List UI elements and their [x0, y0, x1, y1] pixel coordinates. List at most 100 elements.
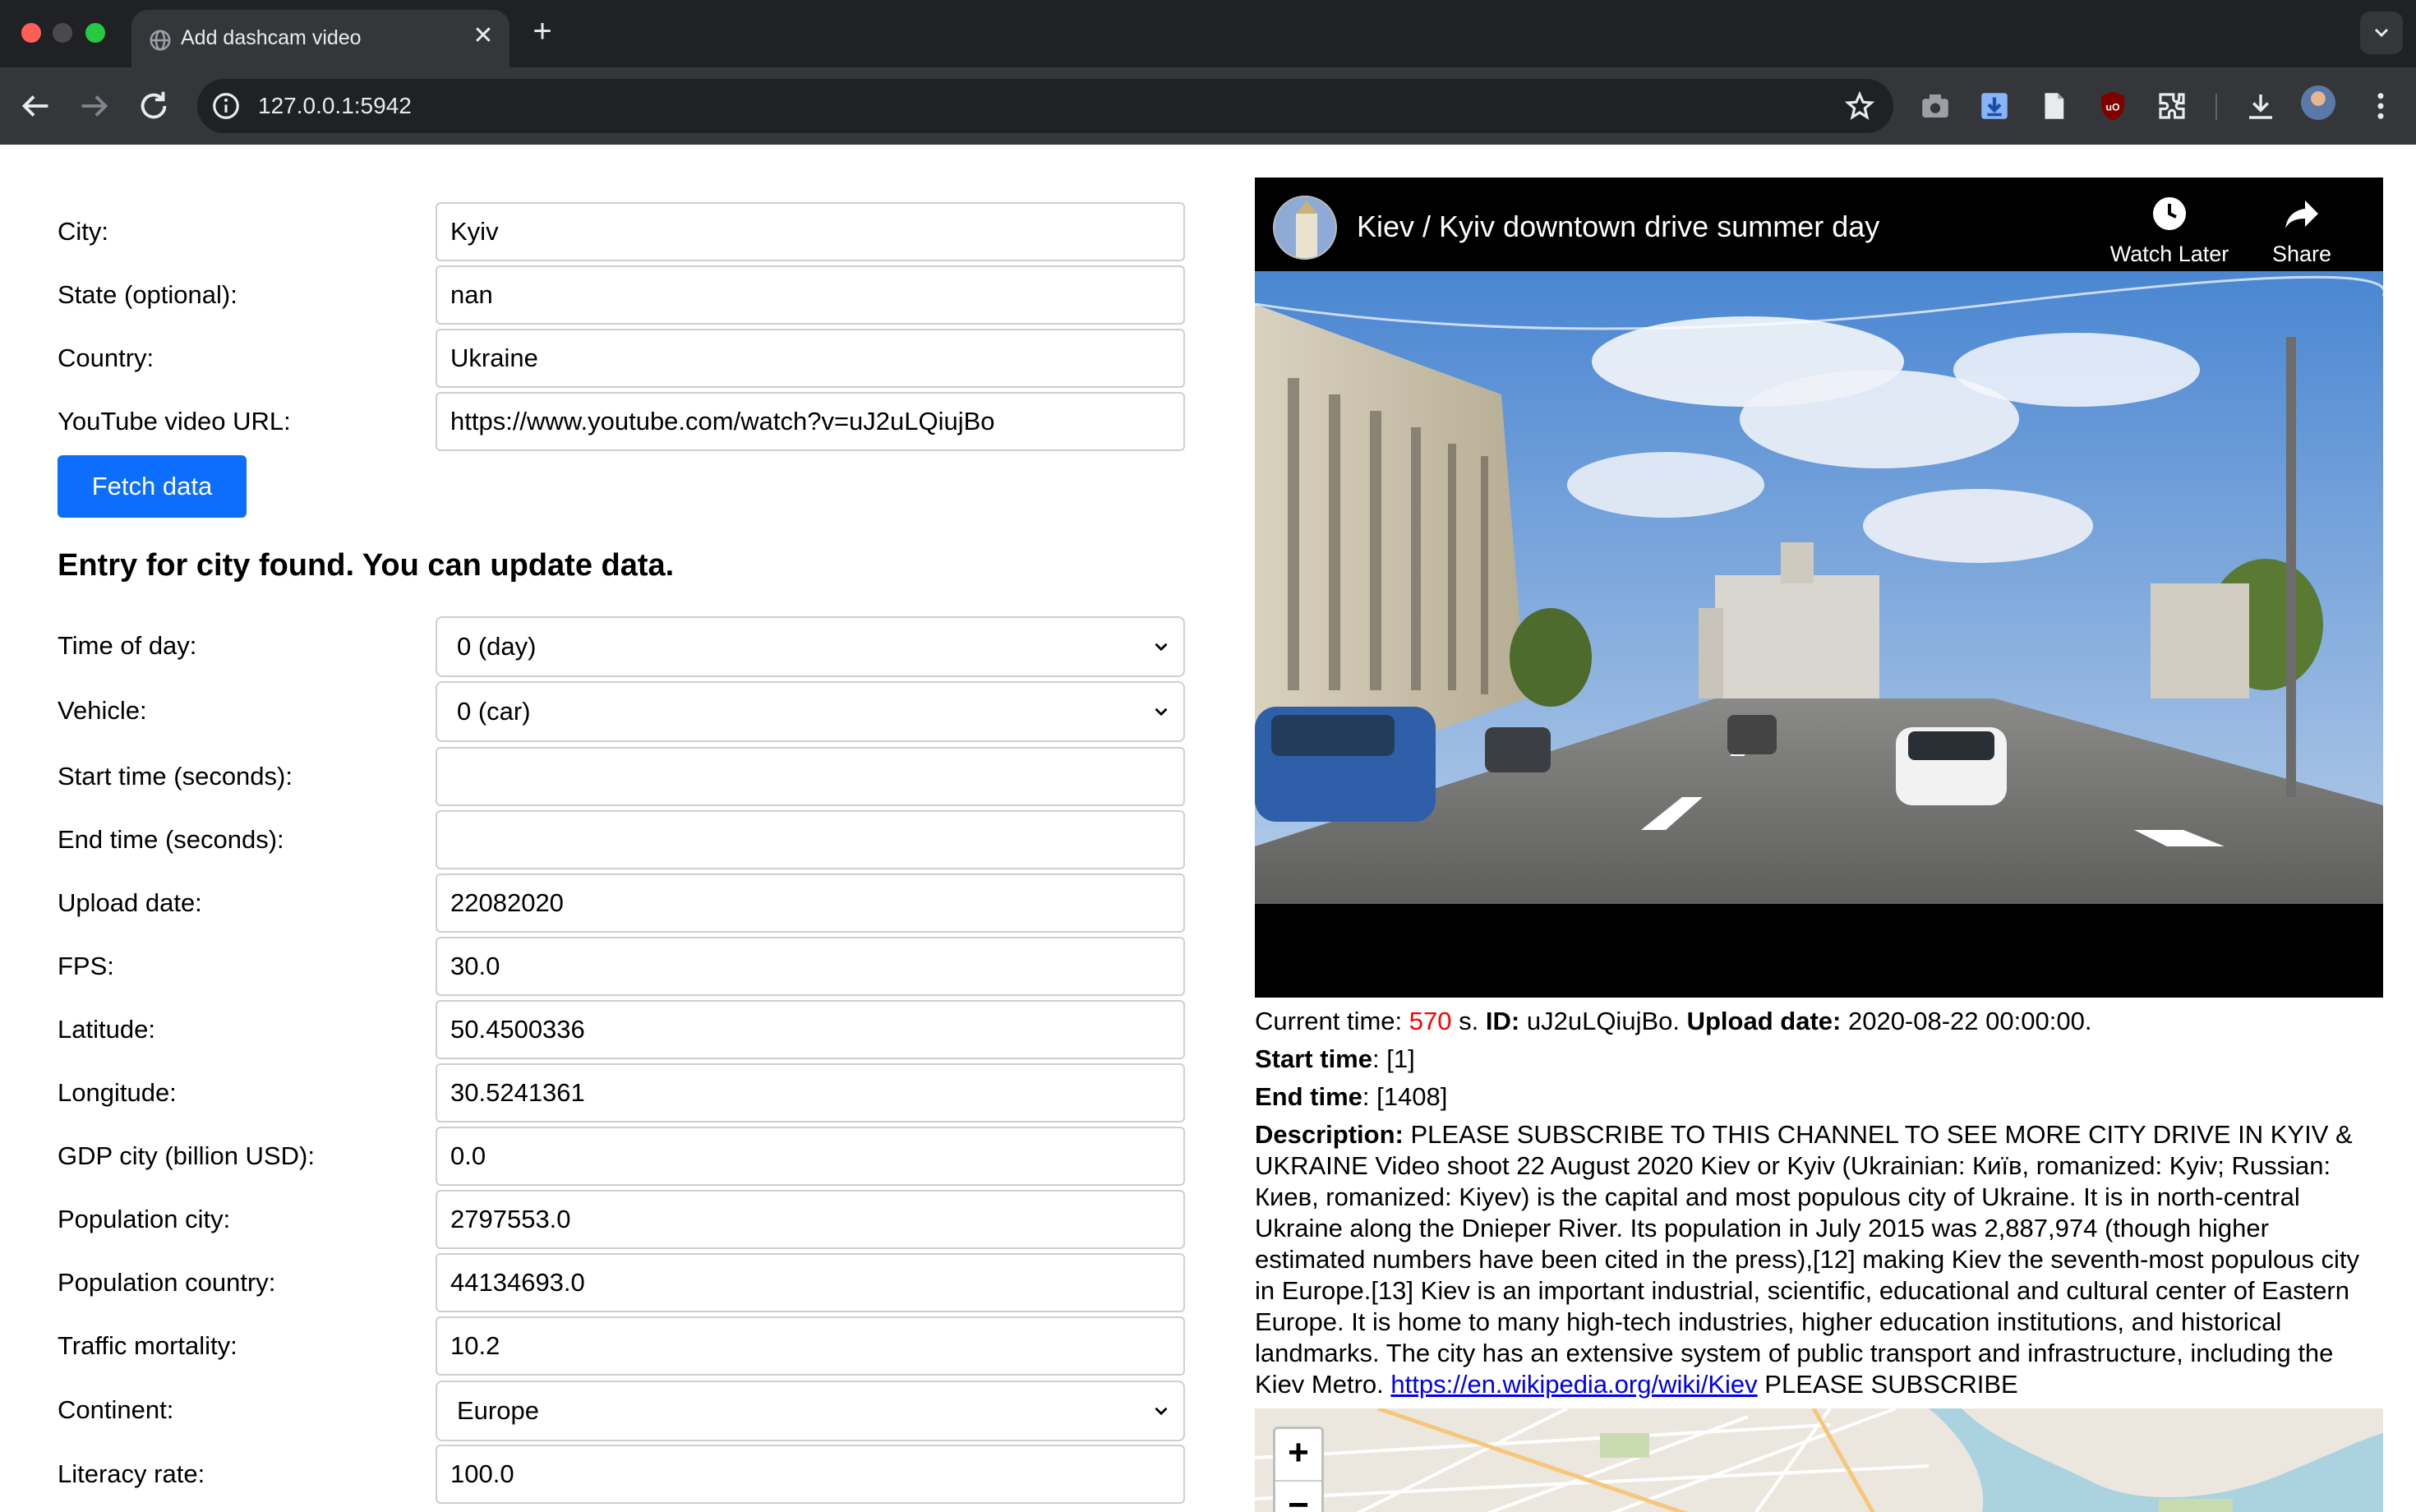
- browser-tab[interactable]: Add dashcam video ✕: [131, 10, 509, 67]
- watch-later-button[interactable]: Watch Later: [2108, 194, 2231, 266]
- location-map[interactable]: + −: [1255, 1408, 2383, 1512]
- population-country-input[interactable]: [436, 1253, 1185, 1312]
- latitude-label: Latitude:: [58, 1015, 155, 1044]
- traffic-mortality-label: Traffic mortality:: [58, 1331, 237, 1360]
- tab-search-chevron-icon[interactable]: [2360, 12, 2403, 54]
- literacy-rate-input[interactable]: [436, 1445, 1185, 1504]
- current-time-value: 570: [1409, 1007, 1452, 1035]
- zoom-in-button[interactable]: +: [1275, 1429, 1321, 1478]
- upload-date-row: Upload date:: [58, 874, 1185, 933]
- address-bar[interactable]: 127.0.0.1:5942: [197, 79, 1893, 133]
- dashcam-video-frame-image: [1255, 271, 2383, 904]
- city-input[interactable]: [436, 202, 1185, 261]
- globe-icon: [150, 30, 171, 51]
- description-block: Description: PLEASE SUBSCRIBE TO THIS CH…: [1255, 1119, 2383, 1400]
- video-frame[interactable]: [1255, 271, 2383, 904]
- longitude-row: Longitude:: [58, 1063, 1185, 1122]
- population-city-label: Population city:: [58, 1205, 231, 1233]
- literacy-rate-label: Literacy rate:: [58, 1459, 205, 1488]
- description-label: Description:: [1255, 1120, 1404, 1149]
- zoom-out-button[interactable]: −: [1275, 1480, 1321, 1512]
- map-zoom-control: + −: [1273, 1427, 1324, 1512]
- youtube-url-row: YouTube video URL:: [58, 392, 1185, 451]
- browser-menu-icon[interactable]: [2363, 89, 2398, 123]
- gdp-city-input[interactable]: [436, 1127, 1185, 1186]
- page-content: City: State (optional): Country: YouTube…: [0, 145, 2416, 1512]
- youtube-url-input[interactable]: [436, 392, 1185, 451]
- city-label: City:: [58, 217, 108, 246]
- new-tab-button[interactable]: +: [526, 15, 559, 48]
- end-time-row: End time (seconds):: [58, 810, 1185, 869]
- wikipedia-link[interactable]: https://en.wikipedia.org/wiki/Kiev: [1390, 1370, 1757, 1399]
- traffic-mortality-row: Traffic mortality:: [58, 1316, 1185, 1376]
- ublock-shield-icon[interactable]: uO: [2096, 89, 2130, 123]
- share-button[interactable]: Share: [2252, 194, 2351, 266]
- end-time-label: End time (seconds):: [58, 825, 284, 854]
- maximize-window-button[interactable]: [85, 23, 105, 43]
- close-tab-icon[interactable]: ✕: [468, 21, 498, 51]
- longitude-input[interactable]: [436, 1063, 1185, 1122]
- end-time-label: End time: [1255, 1082, 1362, 1111]
- bookmark-star-icon[interactable]: [1844, 90, 1875, 122]
- chevron-down-icon: [1155, 643, 1168, 652]
- state-input[interactable]: [436, 265, 1185, 325]
- population-city-input[interactable]: [436, 1190, 1185, 1249]
- continent-row: Continent: Europe: [58, 1381, 1185, 1441]
- youtube-player[interactable]: Kiev / Kyiv downtown drive summer day Wa…: [1255, 177, 2383, 998]
- start-time-row: Start time (seconds):: [58, 747, 1185, 806]
- minimize-window-button[interactable]: [53, 23, 72, 43]
- continent-value: Europe: [457, 1396, 539, 1425]
- start-time-value: : [1]: [1372, 1044, 1415, 1073]
- fps-input[interactable]: [436, 937, 1185, 996]
- continent-label: Continent:: [58, 1395, 174, 1424]
- seconds-suffix: s.: [1459, 1007, 1479, 1035]
- population-city-row: Population city:: [58, 1190, 1185, 1249]
- time-of-day-label: Time of day:: [58, 631, 197, 660]
- country-input[interactable]: [436, 329, 1185, 388]
- fetch-data-button[interactable]: Fetch data: [58, 455, 247, 518]
- camera-extension-icon[interactable]: [1918, 89, 1953, 123]
- end-time-input[interactable]: [436, 810, 1185, 869]
- latitude-row: Latitude:: [58, 1000, 1185, 1059]
- id-value: uJ2uLQiujBo.: [1526, 1007, 1680, 1035]
- population-country-row: Population country:: [58, 1253, 1185, 1312]
- site-info-icon[interactable]: [210, 90, 242, 122]
- fps-label: FPS:: [58, 952, 114, 980]
- video-meta-line: Current time: 570 s. ID: uJ2uLQiujBo. Up…: [1255, 1006, 2383, 1037]
- start-time-label: Start time: [1255, 1044, 1372, 1073]
- end-time-value: : [1408]: [1362, 1082, 1448, 1111]
- current-time-label: Current time:: [1255, 1007, 1403, 1035]
- document-extension-icon[interactable]: [2036, 89, 2071, 123]
- vehicle-select[interactable]: 0 (car): [436, 681, 1185, 742]
- country-label: Country:: [58, 343, 154, 372]
- continent-select[interactable]: Europe: [436, 1381, 1185, 1441]
- country-row: Country:: [58, 329, 1185, 388]
- literacy-rate-row: Literacy rate:: [58, 1445, 1185, 1504]
- back-arrow-icon[interactable]: [16, 87, 54, 125]
- gdp-city-row: GDP city (billion USD):: [58, 1127, 1185, 1186]
- watch-later-label: Watch Later: [2109, 242, 2229, 266]
- traffic-mortality-input[interactable]: [436, 1316, 1185, 1376]
- forward-arrow-icon[interactable]: [76, 87, 113, 125]
- id-label: ID:: [1485, 1007, 1520, 1035]
- longitude-label: Longitude:: [58, 1078, 177, 1107]
- browser-toolbar: 127.0.0.1:5942 uO: [0, 67, 2416, 145]
- downloads-icon[interactable]: [2243, 89, 2278, 123]
- download-manager-extension-icon[interactable]: [1977, 89, 2012, 123]
- profile-avatar[interactable]: [2301, 85, 2335, 120]
- video-title[interactable]: Kiev / Kyiv downtown drive summer day: [1357, 207, 1879, 247]
- reload-icon[interactable]: [135, 87, 173, 125]
- latitude-input[interactable]: [436, 1000, 1185, 1059]
- time-of-day-select[interactable]: 0 (day): [436, 616, 1185, 677]
- status-message: Entry for city found. You can update dat…: [58, 548, 675, 583]
- youtube-url-label: YouTube video URL:: [58, 407, 291, 436]
- upload-date-label: Upload date:: [58, 888, 202, 917]
- vehicle-row: Vehicle: 0 (car): [58, 681, 1185, 742]
- extensions-puzzle-icon[interactable]: [2155, 89, 2189, 123]
- upload-date-input[interactable]: [436, 874, 1185, 933]
- channel-avatar[interactable]: [1273, 196, 1337, 260]
- upload-date-label: Upload date:: [1686, 1007, 1842, 1035]
- close-window-button[interactable]: [21, 23, 41, 43]
- time-of-day-value: 0 (day): [457, 632, 537, 661]
- start-time-input[interactable]: [436, 747, 1185, 806]
